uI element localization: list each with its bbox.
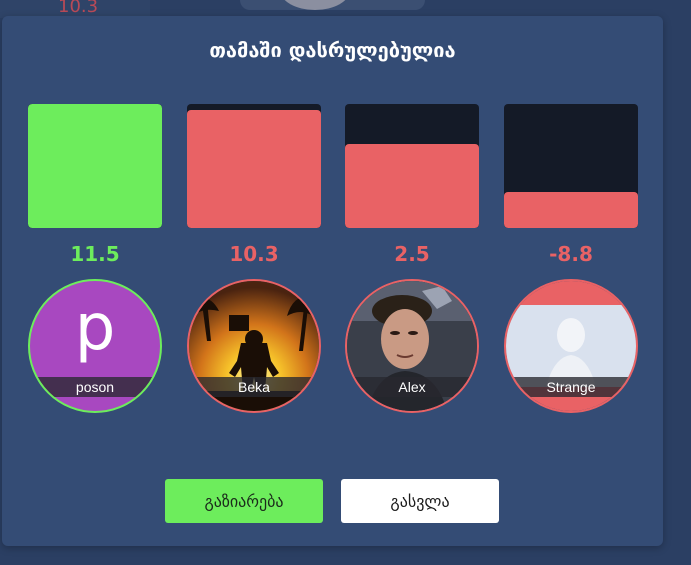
- avatar-letter: p: [74, 291, 116, 365]
- score-bar-fill: [345, 143, 479, 228]
- player-score: -8.8: [549, 242, 593, 266]
- player-card: 11.5 p poson: [28, 16, 162, 416]
- player-score: 11.5: [70, 242, 120, 266]
- player-card: 10.3 Beka: [187, 16, 321, 416]
- background-avatar: [240, 0, 425, 10]
- player-name: Strange: [506, 377, 636, 397]
- player-name: poson: [30, 377, 160, 397]
- score-bar-track: [28, 104, 162, 228]
- players-row: 11.5 p poson 10.3 Beka 2.5 Alex -8.8 Str…: [2, 16, 663, 546]
- player-score: 10.3: [229, 242, 279, 266]
- score-bar-fill: [28, 104, 162, 228]
- avatar: Alex: [345, 279, 479, 413]
- player-card: -8.8 Strange: [504, 16, 638, 416]
- avatar: Beka: [187, 279, 321, 413]
- player-card: 2.5 Alex: [345, 16, 479, 416]
- share-button[interactable]: გაზიარება: [165, 479, 323, 523]
- score-bar-track: [345, 104, 479, 228]
- score-bar-fill: [504, 192, 638, 228]
- player-score: 2.5: [394, 242, 430, 266]
- score-bar-fill: [187, 110, 321, 228]
- exit-button[interactable]: გასვლა: [341, 479, 499, 523]
- score-bar-track: [187, 104, 321, 228]
- player-name: Alex: [347, 377, 477, 397]
- background-score: 10.3: [58, 0, 99, 17]
- avatar: Strange: [504, 279, 638, 413]
- player-name: Beka: [189, 377, 319, 397]
- game-over-modal: თამაში დასრულებულია 11.5 p poson 10.3 Be…: [2, 16, 663, 546]
- score-bar-track: [504, 104, 638, 228]
- avatar: p poson: [28, 279, 162, 413]
